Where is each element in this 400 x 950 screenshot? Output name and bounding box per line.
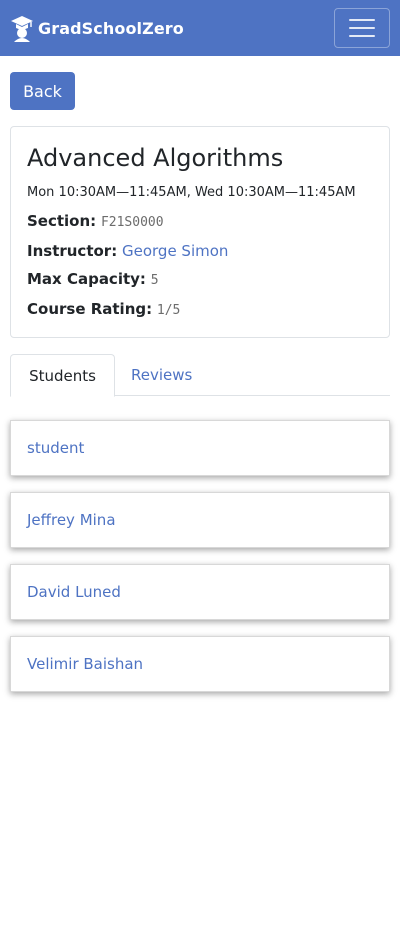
tab-reviews[interactable]: Reviews: [115, 354, 208, 396]
tab-students[interactable]: Students: [10, 354, 115, 397]
section-row: Section: F21S0000: [27, 211, 373, 233]
brand-name: GradSchoolZero: [38, 18, 184, 38]
course-info-card: Advanced Algorithms Mon 10:30AM—11:45AM,…: [10, 126, 390, 338]
student-card[interactable]: Velimir Baishan: [10, 636, 390, 692]
tab-bar: Students Reviews: [10, 354, 390, 397]
student-card[interactable]: David Luned: [10, 564, 390, 620]
menu-toggle-button[interactable]: [334, 8, 390, 48]
course-schedule: Mon 10:30AM—11:45AM, Wed 10:30AM—11:45AM: [27, 185, 356, 200]
rating-row: Course Rating: 1/5: [27, 299, 373, 321]
brand[interactable]: GradSchoolZero: [10, 14, 184, 42]
rating-label: Course Rating:: [27, 300, 153, 318]
hamburger-icon-bar: [349, 35, 375, 37]
graduate-logo-icon: [11, 16, 33, 42]
student-card[interactable]: student: [10, 420, 390, 476]
navbar: GradSchoolZero: [0, 0, 400, 56]
capacity-value: 5: [150, 273, 159, 288]
instructor-row: Instructor: George Simon: [27, 241, 373, 261]
section-value: F21S0000: [100, 215, 164, 230]
capacity-row: Max Capacity: 5: [27, 269, 373, 291]
back-button[interactable]: Back: [10, 72, 75, 110]
rating-value: 1/5: [156, 303, 181, 318]
instructor-label: Instructor:: [27, 242, 118, 260]
hamburger-icon-bar: [349, 27, 375, 29]
section-label: Section:: [27, 212, 97, 230]
student-list: student Jeffrey Mina David Luned Velimir…: [10, 420, 390, 708]
student-card[interactable]: Jeffrey Mina: [10, 492, 390, 548]
hamburger-icon-bar: [349, 19, 375, 21]
course-title: Advanced Algorithms: [27, 144, 284, 172]
instructor-link[interactable]: George Simon: [122, 242, 228, 260]
capacity-label: Max Capacity:: [27, 270, 146, 288]
